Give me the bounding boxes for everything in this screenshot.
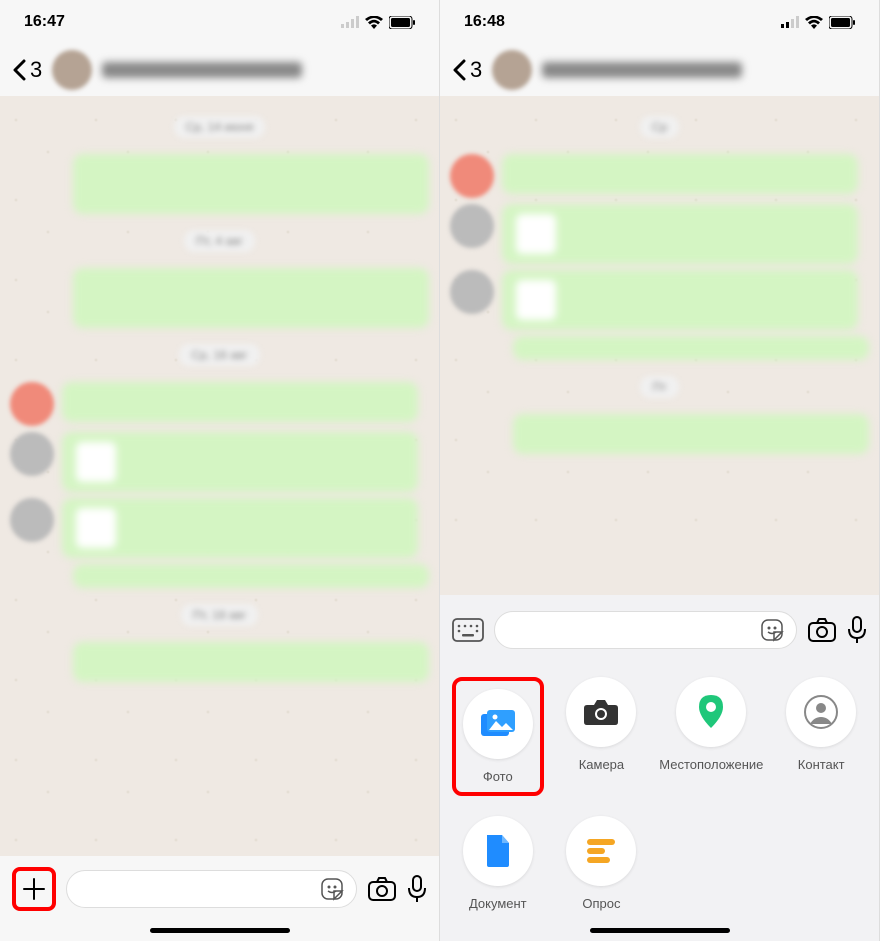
mic-icon[interactable] <box>407 875 427 903</box>
message-bubble[interactable] <box>73 642 429 682</box>
sticker-icon[interactable] <box>760 618 784 642</box>
file-message-bubble[interactable] <box>502 204 858 264</box>
document-icon <box>484 834 512 868</box>
chat-header: 3 <box>0 44 439 96</box>
attachment-panel: Фото Камера Местоположение Контакт <box>440 595 879 941</box>
camera-icon[interactable] <box>367 876 397 902</box>
attach-label: Опрос <box>582 896 620 911</box>
attach-location[interactable]: Местоположение <box>659 677 763 796</box>
wifi-icon <box>365 16 383 29</box>
contact-name-blurred[interactable] <box>542 62 742 78</box>
attach-contact[interactable]: Контакт <box>775 677 867 796</box>
voice-message-bubble[interactable] <box>62 382 418 422</box>
attach-label: Местоположение <box>659 757 763 772</box>
date-separator: Ср, 16 авг <box>179 344 259 366</box>
screen-left: 16:47 3 Ср, 14 июня Пт, 4 авг Ср, 16 авг <box>0 0 440 941</box>
file-icon <box>450 270 494 314</box>
panel-input-row <box>452 611 867 649</box>
keyboard-icon[interactable] <box>452 618 484 642</box>
attach-label: Камера <box>579 757 624 772</box>
mic-icon[interactable] <box>847 616 867 644</box>
contact-avatar[interactable] <box>52 50 92 90</box>
poll-icon <box>585 837 617 865</box>
message-input[interactable] <box>494 611 797 649</box>
file-icon <box>10 432 54 476</box>
attach-photo[interactable]: Фото <box>460 689 536 784</box>
status-icons <box>341 16 415 29</box>
contact-icon <box>804 695 838 729</box>
file-icon <box>10 498 54 542</box>
attachment-grid: Фото Камера Местоположение Контакт <box>452 677 867 911</box>
file-message-bubble[interactable] <box>502 270 858 330</box>
message-bubble[interactable] <box>73 268 429 328</box>
date-separator: Ср <box>640 116 679 138</box>
date-separator: Пт, 18 авг <box>181 604 259 626</box>
message-bubble[interactable] <box>73 154 429 214</box>
location-pin-icon <box>697 694 725 730</box>
back-count: 3 <box>30 57 42 83</box>
date-separator: Ср, 14 июня <box>174 116 266 138</box>
status-bar: 16:48 <box>440 0 879 44</box>
sticker-icon[interactable] <box>320 877 344 901</box>
cellular-icon <box>781 16 799 28</box>
battery-icon <box>389 16 415 29</box>
chat-header: 3 <box>440 44 879 96</box>
back-button[interactable]: 3 <box>12 57 42 83</box>
status-time: 16:47 <box>24 13 65 31</box>
photo-icon <box>479 708 517 740</box>
contact-name-blurred[interactable] <box>102 62 302 78</box>
battery-icon <box>829 16 855 29</box>
home-indicator[interactable] <box>150 928 290 933</box>
cellular-icon <box>341 16 359 28</box>
back-count: 3 <box>470 57 482 83</box>
message-input[interactable] <box>66 870 357 908</box>
message-bubble[interactable] <box>513 336 869 360</box>
chat-area[interactable]: Ср, 14 июня Пт, 4 авг Ср, 16 авг Пт, 18 … <box>0 96 439 856</box>
attach-button[interactable] <box>16 871 52 907</box>
camera-icon[interactable] <box>807 617 837 643</box>
date-separator: Пт <box>640 376 678 398</box>
file-icon <box>450 204 494 248</box>
chevron-left-icon <box>12 59 26 81</box>
contact-avatar[interactable] <box>492 50 532 90</box>
message-bubble[interactable] <box>73 564 429 588</box>
attach-label: Фото <box>483 769 513 784</box>
chevron-left-icon <box>452 59 466 81</box>
highlight-plus <box>12 867 56 911</box>
voice-message-bubble[interactable] <box>502 154 858 194</box>
wifi-icon <box>805 16 823 29</box>
date-separator: Пт, 4 авг <box>184 230 255 252</box>
home-indicator[interactable] <box>590 928 730 933</box>
file-message-bubble[interactable] <box>62 498 418 558</box>
status-time: 16:48 <box>464 13 505 31</box>
attach-camera[interactable]: Камера <box>556 677 648 796</box>
attach-label: Контакт <box>798 757 845 772</box>
file-message-bubble[interactable] <box>62 432 418 492</box>
back-button[interactable]: 3 <box>452 57 482 83</box>
plus-icon <box>21 876 47 902</box>
voice-avatar <box>450 154 494 198</box>
camera-fill-icon <box>583 697 619 727</box>
attach-label: Документ <box>469 896 527 911</box>
attach-poll[interactable]: Опрос <box>556 816 648 911</box>
voice-avatar <box>10 382 54 426</box>
screen-right: 16:48 3 Ср Пт <box>440 0 880 941</box>
highlight-photo: Фото <box>452 677 544 796</box>
status-bar: 16:47 <box>0 0 439 44</box>
status-icons <box>781 16 855 29</box>
attach-document[interactable]: Документ <box>452 816 544 911</box>
message-bubble[interactable] <box>513 414 869 454</box>
chat-area[interactable]: Ср Пт <box>440 96 879 536</box>
